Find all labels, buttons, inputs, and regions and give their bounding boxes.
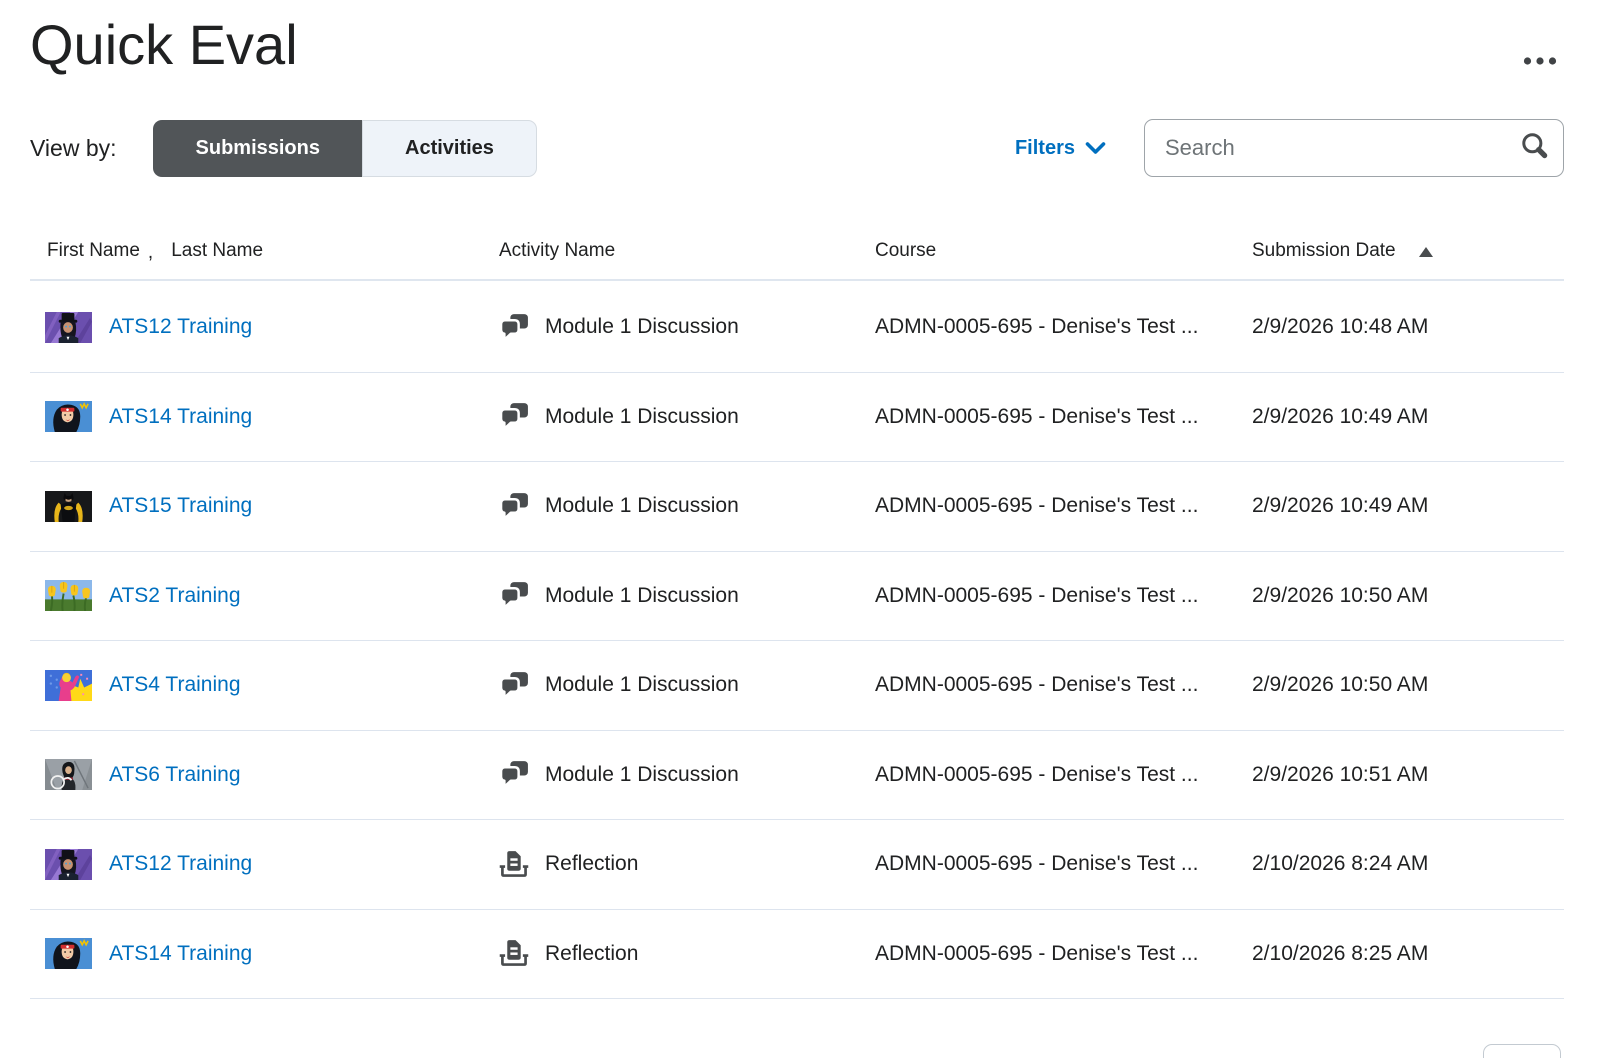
submission-date: 2/9/2026 10:50 AM (1252, 673, 1564, 697)
table-row: ATS12 Training Module 1 Discussion ADMN-… (30, 283, 1564, 373)
discussion-icon (499, 670, 530, 701)
sort-ascending-icon (1418, 246, 1434, 258)
overflow-menu-button[interactable] (1518, 50, 1562, 73)
student-name-link[interactable]: ATS12 Training (109, 315, 252, 339)
student-avatar (45, 938, 92, 969)
search-input[interactable] (1144, 119, 1564, 177)
header-activity-name[interactable]: Activity Name (499, 240, 875, 262)
scroll-to-top-button-partial[interactable] (1483, 1044, 1561, 1058)
course-name: ADMN-0005-695 - Denise's Test ... (875, 405, 1252, 429)
table-row: ATS15 Training Module 1 Discussion ADMN-… (30, 462, 1564, 552)
table-row: ATS12 Training Reflection ADMN-0005-695 … (30, 820, 1564, 910)
view-toggle: Submissions Activities (153, 120, 537, 177)
student-avatar (45, 491, 92, 522)
submissions-table: ATS12 Training Module 1 Discussion ADMN-… (30, 283, 1564, 999)
filters-button[interactable]: Filters (1015, 137, 1106, 160)
course-name: ADMN-0005-695 - Denise's Test ... (875, 315, 1252, 339)
search-box (1144, 119, 1564, 177)
discussion-icon (499, 312, 530, 343)
student-avatar (45, 401, 92, 432)
submission-date: 2/10/2026 8:25 AM (1252, 942, 1564, 966)
table-row: ATS2 Training Module 1 Discussion ADMN-0… (30, 552, 1564, 642)
activity-name: Reflection (545, 852, 638, 876)
student-avatar (45, 312, 92, 343)
quick-eval-page: Quick Eval View by: Submissions Activiti… (0, 0, 1614, 1058)
submission-date: 2/9/2026 10:51 AM (1252, 763, 1564, 787)
student-name-link[interactable]: ATS14 Training (109, 942, 252, 966)
filters-label: Filters (1015, 137, 1075, 160)
student-name-link[interactable]: ATS14 Training (109, 405, 252, 429)
submission-date: 2/10/2026 8:24 AM (1252, 852, 1564, 876)
table-row: ATS14 Training Reflection ADMN-0005-695 … (30, 910, 1564, 1000)
table-row: ATS4 Training Module 1 Discussion ADMN-0… (30, 641, 1564, 731)
chevron-down-icon (1085, 142, 1106, 155)
search-submit-button[interactable] (1516, 130, 1554, 166)
tab-submissions[interactable]: Submissions (153, 120, 362, 177)
student-name-link[interactable]: ATS12 Training (109, 852, 252, 876)
activity-name: Module 1 Discussion (545, 405, 739, 429)
discussion-icon (499, 759, 530, 790)
assignment-icon (499, 938, 530, 969)
tab-activities[interactable]: Activities (362, 120, 537, 177)
ellipsis-icon (1522, 56, 1558, 66)
view-by-label: View by: (30, 135, 117, 162)
student-avatar (45, 580, 92, 611)
table-row: ATS6 Training Module 1 Discussion ADMN-0… (30, 731, 1564, 821)
magnifier-icon (1519, 131, 1551, 163)
discussion-icon (499, 401, 530, 432)
course-name: ADMN-0005-695 - Denise's Test ... (875, 673, 1252, 697)
activity-name: Module 1 Discussion (545, 584, 739, 608)
header-course[interactable]: Course (875, 240, 1252, 262)
assignment-icon (499, 849, 530, 880)
submission-date: 2/9/2026 10:48 AM (1252, 315, 1564, 339)
activity-name: Module 1 Discussion (545, 315, 739, 339)
course-name: ADMN-0005-695 - Denise's Test ... (875, 584, 1252, 608)
submission-date: 2/9/2026 10:49 AM (1252, 405, 1564, 429)
discussion-icon (499, 491, 530, 522)
submission-date: 2/9/2026 10:50 AM (1252, 584, 1564, 608)
student-avatar (45, 670, 92, 701)
page-title: Quick Eval (30, 0, 1564, 77)
student-name-link[interactable]: ATS4 Training (109, 673, 241, 697)
course-name: ADMN-0005-695 - Denise's Test ... (875, 942, 1252, 966)
course-name: ADMN-0005-695 - Denise's Test ... (875, 852, 1252, 876)
course-name: ADMN-0005-695 - Denise's Test ... (875, 763, 1252, 787)
table-row: ATS14 Training Module 1 Discussion ADMN-… (30, 373, 1564, 463)
student-name-link[interactable]: ATS15 Training (109, 494, 252, 518)
header-first-name[interactable]: First Name (47, 240, 140, 262)
header-submission-date[interactable]: Submission Date (1252, 240, 1396, 262)
header-last-name[interactable]: Last Name (171, 240, 263, 262)
toolbar: View by: Submissions Activities Filters (30, 119, 1564, 177)
student-avatar (45, 849, 92, 880)
submission-date: 2/9/2026 10:49 AM (1252, 494, 1564, 518)
student-name-link[interactable]: ATS6 Training (109, 763, 241, 787)
header-name-separator: , (148, 242, 153, 264)
activity-name: Module 1 Discussion (545, 494, 739, 518)
activity-name: Module 1 Discussion (545, 763, 739, 787)
activity-name: Reflection (545, 942, 638, 966)
discussion-icon (499, 580, 530, 611)
course-name: ADMN-0005-695 - Denise's Test ... (875, 494, 1252, 518)
student-avatar (45, 759, 92, 790)
student-name-link[interactable]: ATS2 Training (109, 584, 241, 608)
table-header: First Name , Last Name Activity Name Cou… (30, 222, 1564, 281)
activity-name: Module 1 Discussion (545, 673, 739, 697)
